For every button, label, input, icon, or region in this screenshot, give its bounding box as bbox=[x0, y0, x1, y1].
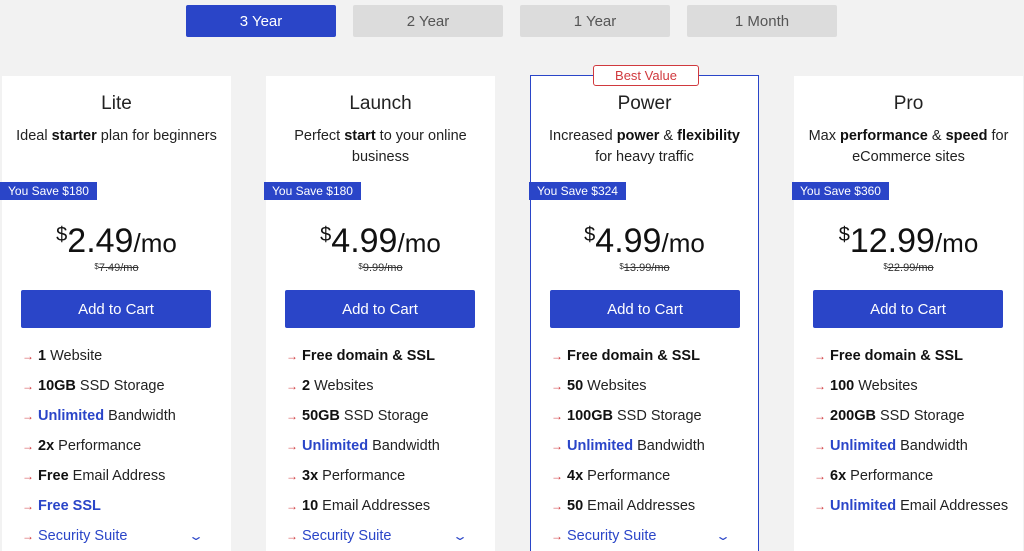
plan-description: Ideal starter plan for beginners bbox=[16, 128, 217, 144]
feature-list: → Free domain & SSL → 2 Websites → 50GB SSD… bbox=[286, 346, 485, 551]
term-tabs: 3 Year 2 Year 1 Year 1 Month bbox=[186, 5, 837, 37]
arrow-right-icon: → bbox=[286, 469, 298, 483]
arrow-right-icon: → bbox=[22, 349, 34, 363]
feature-item: → Free SSL bbox=[22, 498, 101, 514]
arrow-right-icon: → bbox=[814, 409, 826, 423]
arrow-right-icon: → bbox=[286, 499, 298, 513]
arrow-right-icon: → bbox=[22, 529, 34, 543]
plan-price: $4.99/mo bbox=[584, 222, 705, 260]
old-price: $9.99/mo bbox=[358, 262, 403, 274]
chevron-down-icon: ⌄ bbox=[714, 529, 732, 543]
plan-description: Max performance & speed for eCommerce si… bbox=[808, 128, 1009, 165]
arrow-right-icon: → bbox=[551, 349, 563, 363]
feature-item: → Unlimited Bandwidth bbox=[22, 408, 176, 424]
feature-item: → Unlimited Bandwidth bbox=[286, 438, 440, 454]
arrow-right-icon: → bbox=[551, 529, 563, 543]
old-price: $7.49/mo bbox=[94, 262, 139, 274]
arrow-right-icon: → bbox=[286, 349, 298, 363]
plan-price: $4.99/mo bbox=[320, 222, 441, 260]
arrow-right-icon: → bbox=[814, 499, 826, 513]
arrow-right-icon: → bbox=[551, 499, 563, 513]
plan-card-lite: Lite Ideal starter plan for beginners Yo… bbox=[0, 76, 231, 551]
feature-item: → Free domain & SSL bbox=[814, 348, 963, 364]
plan-name: Lite bbox=[101, 93, 132, 114]
savings-badge: You Save $360 bbox=[792, 182, 889, 200]
arrow-right-icon: → bbox=[814, 379, 826, 393]
feature-item: → Unlimited Email Addresses bbox=[814, 498, 1009, 514]
feature-item: → Free Email Address bbox=[22, 468, 166, 484]
feature-item: → 6x Performance bbox=[814, 468, 934, 484]
plan-card-launch: Launch Perfect start to your online busi… bbox=[264, 76, 495, 551]
feature-list: → 1 Website → 10GB SSD Storage → Unlimited … bbox=[22, 346, 221, 551]
plan-name: Launch bbox=[349, 93, 412, 114]
arrow-right-icon: → bbox=[22, 499, 34, 513]
feature-item: → 2x Performance bbox=[22, 438, 142, 454]
arrow-right-icon: → bbox=[551, 469, 563, 483]
feature-list: → Free domain & SSL → 100 Websites → 200GB … bbox=[814, 346, 1013, 540]
plan-name: Power bbox=[617, 93, 672, 114]
arrow-right-icon: → bbox=[814, 469, 826, 483]
arrow-right-icon: → bbox=[286, 379, 298, 393]
old-price: $22.99/mo bbox=[883, 262, 934, 274]
arrow-right-icon: → bbox=[22, 439, 34, 453]
arrow-right-icon: → bbox=[22, 409, 34, 423]
savings-badge: You Save $324 bbox=[529, 182, 626, 200]
security-suite-toggle[interactable]: → Security Suite ⌄ bbox=[22, 526, 221, 551]
add-to-cart-button[interactable]: Add to Cart bbox=[550, 290, 740, 328]
chevron-down-icon: ⌄ bbox=[187, 529, 205, 543]
plan-price: $2.49/mo bbox=[56, 222, 177, 260]
feature-item: → 50 Websites bbox=[551, 378, 647, 394]
arrow-right-icon: → bbox=[286, 529, 298, 543]
feature-item: → Unlimited Bandwidth bbox=[551, 438, 705, 454]
arrow-right-icon: → bbox=[22, 469, 34, 483]
arrow-right-icon: → bbox=[551, 409, 563, 423]
plan-card-power: Best Value Power Increased power & flexi… bbox=[529, 65, 759, 551]
feature-item: → 100 Websites bbox=[814, 378, 918, 394]
feature-item: → Free domain & SSL bbox=[551, 348, 700, 364]
best-value-badge: Best Value bbox=[593, 65, 699, 86]
savings-badge: You Save $180 bbox=[0, 182, 97, 200]
feature-item: → 100GB SSD Storage bbox=[551, 408, 702, 424]
arrow-right-icon: → bbox=[814, 439, 826, 453]
arrow-right-icon: → bbox=[551, 439, 563, 453]
plan-description: Perfect start to your online business bbox=[294, 128, 467, 165]
plan-description: Increased power & flexibility for heavy … bbox=[548, 128, 740, 165]
tab-1-month[interactable]: 1 Month bbox=[687, 5, 837, 37]
arrow-right-icon: → bbox=[814, 349, 826, 363]
add-to-cart-button[interactable]: Add to Cart bbox=[813, 290, 1003, 328]
security-suite-toggle[interactable]: → Security Suite ⌄ bbox=[286, 526, 485, 551]
feature-item: → 2 Websites bbox=[286, 378, 374, 394]
feature-item: → 10GB SSD Storage bbox=[22, 378, 165, 394]
arrow-right-icon: → bbox=[551, 379, 563, 393]
plan-price: $12.99/mo bbox=[838, 222, 979, 260]
arrow-right-icon: → bbox=[286, 439, 298, 453]
tab-1-year[interactable]: 1 Year bbox=[520, 5, 670, 37]
feature-item: → Unlimited Bandwidth bbox=[814, 438, 968, 454]
feature-item: → 10 Email Addresses bbox=[286, 498, 431, 514]
arrow-right-icon: → bbox=[286, 409, 298, 423]
feature-item: → 200GB SSD Storage bbox=[814, 408, 965, 424]
feature-item: → 1 Website bbox=[22, 348, 103, 364]
arrow-right-icon: → bbox=[22, 379, 34, 393]
add-to-cart-button[interactable]: Add to Cart bbox=[21, 290, 211, 328]
savings-badge: You Save $180 bbox=[264, 182, 361, 200]
chevron-down-icon: ⌄ bbox=[451, 529, 469, 543]
plan-name: Pro bbox=[893, 93, 924, 114]
old-price: $13.99/mo bbox=[619, 262, 670, 274]
feature-item: → 4x Performance bbox=[551, 468, 671, 484]
plan-card-pro: Pro Max performance & speed for eCommerc… bbox=[792, 76, 1023, 551]
feature-item: → Free domain & SSL bbox=[286, 348, 435, 364]
feature-list: → Free domain & SSL → 50 Websites → 100GB S… bbox=[551, 346, 748, 551]
security-suite-toggle[interactable]: → Security Suite ⌄ bbox=[551, 526, 748, 551]
add-to-cart-button[interactable]: Add to Cart bbox=[285, 290, 475, 328]
feature-item: → 50 Email Addresses bbox=[551, 498, 696, 514]
feature-item: → 50GB SSD Storage bbox=[286, 408, 429, 424]
tab-2-year[interactable]: 2 Year bbox=[353, 5, 503, 37]
tab-3-year[interactable]: 3 Year bbox=[186, 5, 336, 37]
feature-item: → 3x Performance bbox=[286, 468, 406, 484]
